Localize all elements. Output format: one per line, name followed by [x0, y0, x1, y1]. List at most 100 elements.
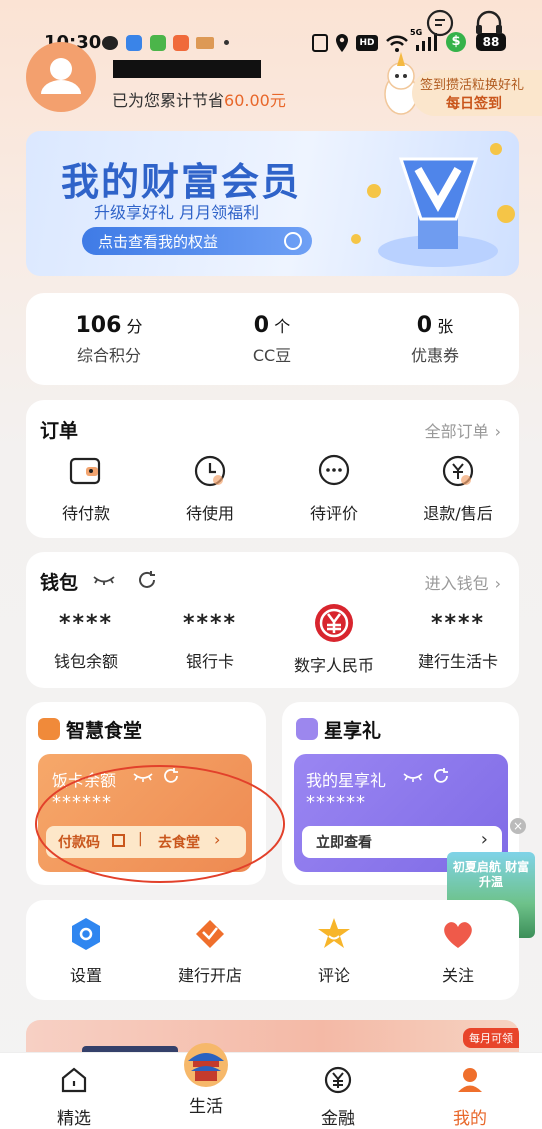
digital-rmb-icon [315, 604, 353, 642]
service-label: 关注 [441, 966, 474, 985]
refresh-icon[interactable] [136, 569, 158, 591]
wallet-digital-rmb[interactable]: 数字人民币 [284, 602, 384, 676]
tap-hand-icon [284, 232, 302, 250]
wallet-bank-card[interactable]: **** 银行卡 [160, 608, 260, 672]
canteen-icon [38, 718, 60, 740]
stat-label: CC豆 [252, 346, 292, 365]
order-pending-payment[interactable]: 待付款 [36, 454, 136, 524]
checkin-button[interactable]: 签到攒活粒换好礼 每日签到 [412, 70, 542, 116]
enter-wallet-link[interactable]: 进入钱包 › [425, 570, 501, 594]
stat-points[interactable]: 106 分 综合积分 [54, 313, 164, 366]
tab-label: 我的 [453, 1109, 487, 1129]
yuan-icon [324, 1066, 352, 1094]
order-label: 待使用 [185, 504, 234, 523]
stat-coupons[interactable]: 0 张 优惠券 [380, 313, 490, 366]
hd-icon: HD [356, 35, 378, 51]
stat-value: 0 [416, 313, 433, 338]
canteen-title: 智慧食堂 [66, 720, 143, 742]
app-orange-icon [173, 35, 189, 51]
redacted-username [113, 60, 261, 78]
stat-cc-beans[interactable]: 0 个 CC豆 [217, 313, 327, 366]
services-card: 设置 建行开店 评论 关注 [26, 900, 519, 1000]
tab-life[interactable]: 生活 [166, 1041, 246, 1117]
eye-closed-icon[interactable] [402, 770, 424, 784]
avatar[interactable] [26, 42, 96, 112]
service-label: 评论 [317, 966, 350, 985]
message-icon[interactable] [425, 9, 455, 39]
wallet-life-card[interactable]: **** 建行生活卡 [408, 608, 508, 672]
masked-value: **** [430, 611, 486, 636]
service-label: 建行开店 [177, 966, 242, 985]
app-blue-icon [126, 35, 142, 51]
star-gift-label: 我的星享礼 [306, 771, 387, 790]
stat-label: 优惠券 [410, 346, 459, 365]
enter-wallet-label: 进入钱包 [424, 574, 489, 593]
customer-service-icon[interactable] [473, 9, 505, 39]
tab-featured[interactable]: 精选 [34, 1065, 114, 1129]
masked-value: **** [182, 611, 238, 636]
service-review[interactable]: 评论 [284, 916, 384, 986]
stat-unit: 个 [274, 317, 291, 336]
tab-finance[interactable]: 金融 [298, 1065, 378, 1129]
wallet-card: 钱包 进入钱包 › **** 钱包余额 **** 银行卡 数字人民币 **** 建… [26, 552, 519, 688]
chat-icon [318, 454, 350, 486]
shop-icon [196, 920, 224, 948]
home-icon [61, 1067, 87, 1093]
order-refund[interactable]: 退款/售后 [408, 454, 508, 524]
wallet-item-label: 建行生活卡 [417, 652, 498, 671]
user-avatar-icon [41, 58, 81, 94]
monthly-tag: 每月可领 [463, 1028, 519, 1048]
stat-value: 106 [75, 313, 122, 338]
banner-subtitle: 升级享好礼 月月领福利 [94, 203, 260, 222]
location-icon [336, 34, 348, 52]
chevron-right-icon: › [494, 574, 501, 593]
eye-closed-icon[interactable] [92, 572, 116, 588]
close-promo-icon[interactable]: × [510, 818, 526, 834]
refresh-icon[interactable] [432, 767, 450, 785]
star-gift-value: ****** [306, 792, 366, 813]
checkin-label: 每日签到 [446, 96, 502, 112]
wechat-icon [102, 36, 118, 50]
tab-mine[interactable]: 我的 [430, 1065, 510, 1129]
nfc-icon [312, 34, 328, 52]
service-settings[interactable]: 设置 [36, 916, 136, 986]
service-open-shop[interactable]: 建行开店 [160, 916, 260, 986]
gift-icon [296, 718, 318, 740]
all-orders-link[interactable]: 全部订单 › [425, 418, 501, 442]
wallet-balance[interactable]: **** 钱包余额 [36, 608, 136, 672]
order-label: 待付款 [61, 504, 110, 523]
order-to-use[interactable]: 待使用 [160, 454, 260, 524]
wealth-member-banner[interactable]: 我的财富会员 升级享好礼 月月领福利 点击查看我的权益 [26, 131, 519, 276]
order-to-review[interactable]: 待评价 [284, 454, 384, 524]
yuan-refund-icon [442, 455, 474, 487]
app-green-icon [150, 35, 166, 51]
user-icon [458, 1068, 482, 1092]
stat-unit: 张 [437, 317, 454, 336]
banner-title: 我的财富会员 [61, 160, 302, 204]
wallet-item-label: 银行卡 [185, 652, 234, 671]
savings-amount: 60.00元 [224, 91, 286, 110]
heart-icon [444, 922, 472, 948]
service-follow[interactable]: 关注 [408, 916, 508, 986]
savings-text: 已为您累计节省60.00元 [112, 87, 286, 111]
orders-title: 订单 [40, 420, 79, 442]
stat-unit: 分 [126, 317, 143, 336]
chevron-right-icon: › [494, 422, 501, 441]
view-benefits-button[interactable]: 点击查看我的权益 [82, 227, 312, 255]
tab-label: 生活 [189, 1097, 223, 1117]
order-label: 待评价 [309, 504, 358, 523]
wallet-title: 钱包 [40, 572, 79, 594]
stats-card: 106 分 综合积分 0 个 CC豆 0 张 优惠券 [26, 293, 519, 385]
service-label: 设置 [69, 966, 102, 985]
network-type: 5G [410, 28, 423, 37]
star-icon [318, 918, 350, 948]
all-orders-label: 全部订单 [424, 422, 489, 441]
wallet-item-label: 数字人民币 [293, 656, 374, 675]
star-gift-title: 星享礼 [324, 720, 382, 742]
checkin-promo-text: 签到攒活粒换好礼 [420, 78, 525, 93]
order-label: 退款/售后 [423, 504, 493, 523]
app-card-icon [196, 37, 214, 49]
wallet-icon [69, 457, 101, 485]
v-trophy-icon [351, 143, 515, 267]
tab-label: 金融 [321, 1109, 355, 1129]
